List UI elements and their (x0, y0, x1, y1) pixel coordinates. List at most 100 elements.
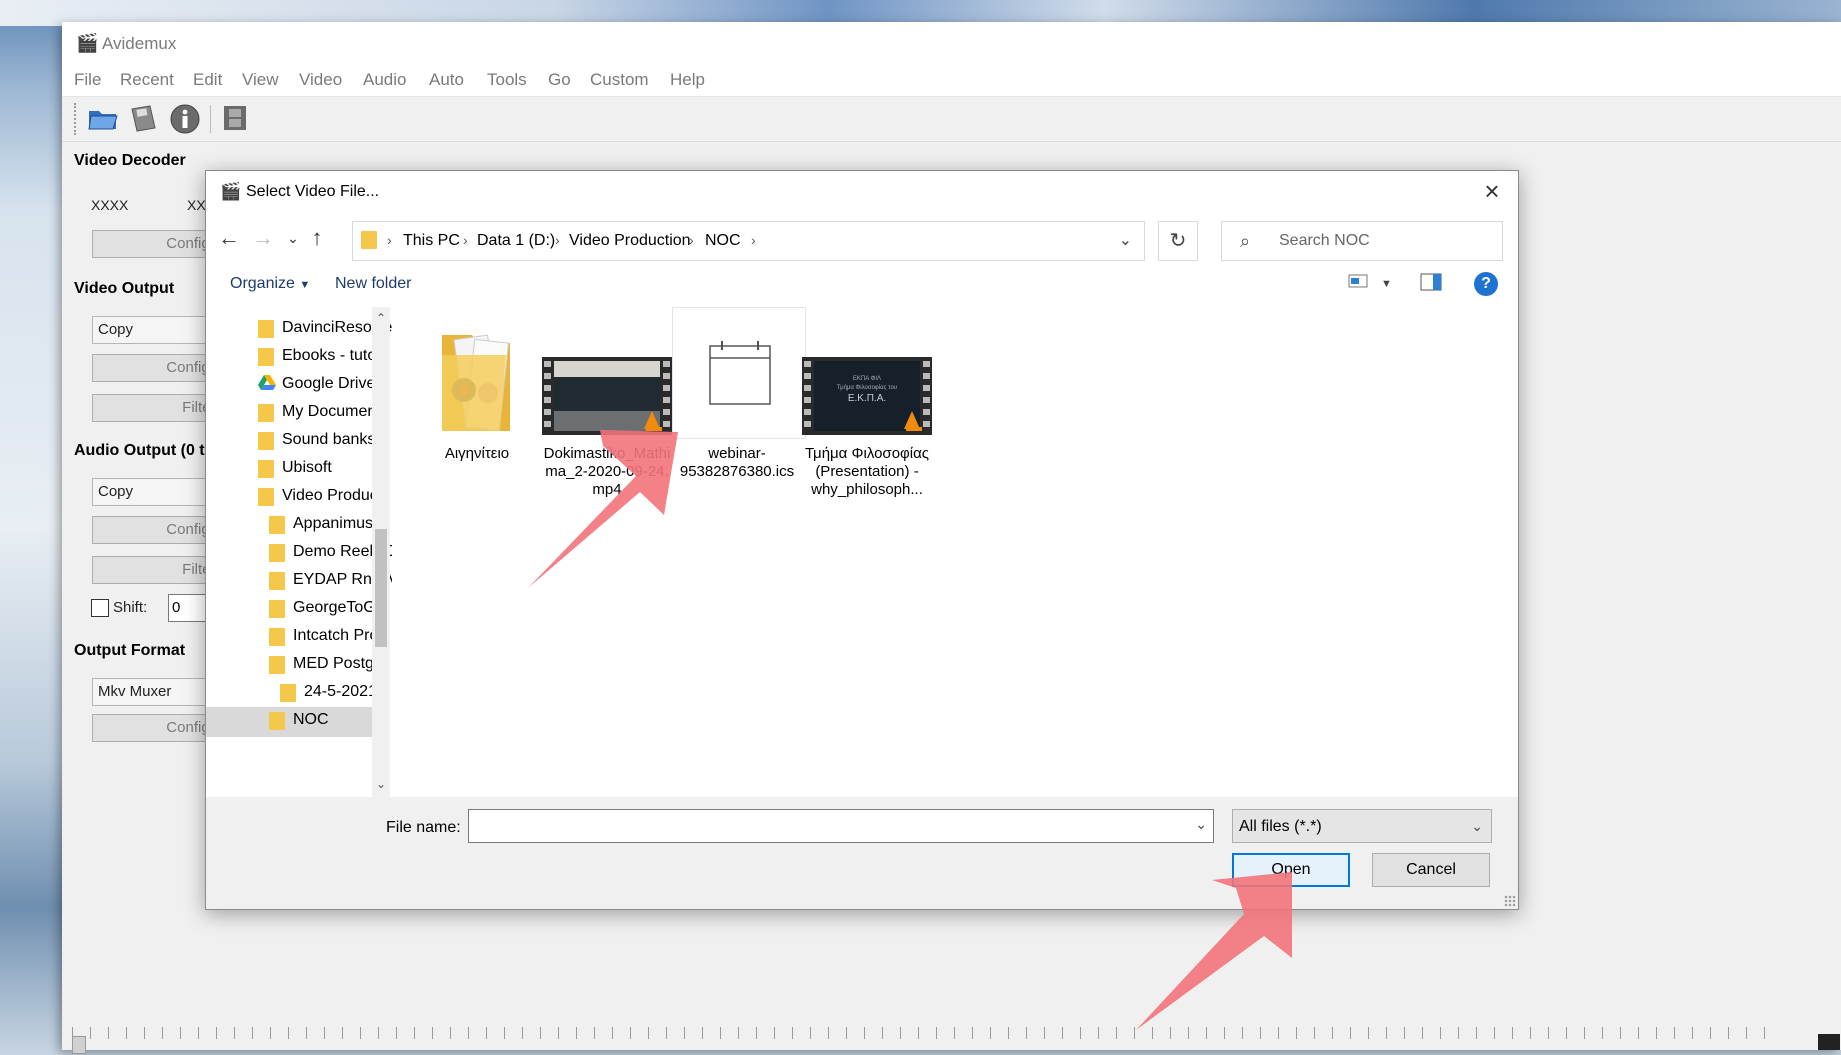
chevron-right-icon[interactable]: › (689, 232, 694, 248)
menu-go[interactable]: Go (548, 70, 571, 90)
chevron-right-icon[interactable]: › (463, 232, 468, 248)
breadcrumb-noc[interactable]: NOC (705, 232, 741, 250)
thumb-text-3: Ε.Κ.Π.Α. (848, 393, 886, 404)
cancel-button[interactable]: Cancel (1372, 853, 1490, 887)
output-format-label: Output Format (74, 642, 186, 659)
search-icon: ⌕ (1240, 231, 1251, 251)
refresh-icon[interactable]: ↻ (1158, 221, 1198, 261)
toolbar-grip[interactable] (74, 103, 80, 135)
tree-item-my-documents[interactable]: My Documents (258, 399, 389, 429)
timeline-end-marker (1818, 1034, 1840, 1050)
folder-icon (280, 684, 296, 702)
tree-item-google-drive[interactable]: Google Drive (258, 371, 388, 401)
tree-item-video-production[interactable]: Video Producti (258, 483, 388, 513)
search-box[interactable]: ⌕ Search NOC (1221, 221, 1503, 261)
scroll-down-icon[interactable]: ⌄ (374, 777, 388, 791)
folder-icon (258, 432, 274, 450)
video-decoder-label: Video Decoder (74, 152, 186, 169)
open-folder-icon[interactable] (86, 103, 120, 135)
folder-icon (361, 231, 377, 249)
close-icon[interactable]: × (1476, 175, 1508, 207)
new-folder-button[interactable]: New folder (335, 275, 411, 293)
tree-item-davinciresolve[interactable]: DavinciResolve (258, 315, 392, 345)
caret-down-icon: ▼ (299, 279, 311, 291)
tree-scrollbar[interactable]: ⌃ ⌄ (372, 307, 390, 797)
info-icon[interactable] (168, 103, 202, 135)
thumb-text-1: ΕΚΠΑ ΦΙΛ (853, 376, 881, 382)
calendar-file-icon (672, 307, 806, 439)
forward-arrow-icon[interactable]: → (250, 225, 276, 251)
folder-thumbnail-icon (412, 315, 542, 435)
search-input[interactable]: Search NOC (1279, 232, 1370, 250)
file-list: Αιγηνίτειο Dokimastiko_Mathima_2-2020-09… (392, 307, 1518, 797)
address-bar[interactable]: › This PC › Data 1 (D:) › Video Producti… (352, 221, 1145, 261)
shift-input[interactable]: 0 (168, 594, 208, 622)
file-type-select[interactable]: All files (*.*) ⌄ (1232, 809, 1492, 843)
breadcrumb-this-pc[interactable]: This PC (403, 232, 460, 250)
open-button[interactable]: Open (1232, 853, 1350, 887)
resize-grip[interactable] (1504, 895, 1516, 907)
tree-item-demo-reel[interactable]: Demo Reel 20 (269, 539, 395, 569)
tree-item-ebooks[interactable]: Ebooks - tutori (258, 343, 388, 373)
menu-file[interactable]: File (74, 70, 101, 90)
tree-item-appanimus[interactable]: Appanimus D (269, 511, 389, 541)
file-type-value: All files (*.*) (1239, 818, 1322, 835)
organize-button[interactable]: Organize ▼ (230, 275, 310, 293)
chevron-down-icon[interactable]: ⌄ (1119, 230, 1132, 250)
command-bar: Organize ▼ New folder ▼ ? (206, 263, 1518, 307)
chevron-right-icon: › (387, 232, 392, 248)
up-arrow-icon[interactable]: ↑ (304, 225, 330, 251)
file-name-label: File name: (386, 819, 461, 836)
menu-audio[interactable]: Audio (363, 70, 406, 90)
film-icon[interactable] (218, 103, 252, 135)
scrollbar-thumb[interactable] (375, 529, 387, 647)
file-name-input[interactable]: ⌄ (468, 809, 1214, 843)
decoder-value: XXXX (91, 197, 129, 213)
tree-item-intcatch[interactable]: Intcatch Pron (269, 623, 388, 653)
folder-icon (269, 544, 285, 562)
folder-icon (258, 460, 274, 478)
clapperboard-icon: 🎬 (76, 33, 99, 53)
folder-icon (269, 516, 285, 534)
menu-edit[interactable]: Edit (193, 70, 222, 90)
menu-auto[interactable]: Auto (429, 70, 464, 90)
tree-item-med-postgrad[interactable]: MED Postgra (269, 651, 388, 681)
view-options-icon[interactable] (1348, 273, 1370, 294)
back-arrow-icon[interactable]: ← (216, 225, 242, 251)
dialog-bottom-bar: File name: ⌄ All files (*.*) ⌄ Open Canc… (206, 797, 1518, 909)
menu-help[interactable]: Help (670, 70, 705, 90)
menu-tools[interactable]: Tools (487, 70, 527, 90)
thumb-text-2: Τμήμα Φιλοσοφίας του (837, 384, 897, 391)
chevron-down-icon: ⌄ (1471, 818, 1483, 834)
folder-icon (258, 320, 274, 338)
tree-item-georgetogo[interactable]: GeorgeToGo (269, 595, 388, 625)
menu-video[interactable]: Video (299, 70, 342, 90)
toolbar-separator (210, 105, 211, 133)
help-icon[interactable]: ? (1474, 272, 1498, 296)
recent-locations-chevron-icon[interactable]: ⌄ (280, 230, 306, 247)
breadcrumb-video-production[interactable]: Video Production (569, 232, 691, 250)
video-thumbnail-icon: ΕΚΠΑ ΦΙΛ Τμήμα Φιλοσοφίας του Ε.Κ.Π.Α. (802, 315, 932, 435)
caret-down-icon[interactable]: ▼ (1381, 278, 1392, 290)
folder-icon (258, 348, 274, 366)
tree-item-eydap[interactable]: EYDAP RnD V (269, 567, 399, 597)
folder-icon (269, 656, 285, 674)
shift-checkbox[interactable] (91, 599, 109, 617)
tree-item-noc[interactable]: NOC (206, 707, 372, 737)
tree-item-sound-banks[interactable]: Sound banks (258, 427, 388, 457)
chevron-right-icon[interactable]: › (751, 232, 756, 248)
preview-pane-icon[interactable] (1420, 273, 1442, 296)
tree-item-ubisoft[interactable]: Ubisoft (258, 455, 388, 485)
timeline-handle[interactable] (72, 1036, 86, 1054)
menu-recent[interactable]: Recent (120, 70, 174, 90)
folder-icon (269, 712, 285, 730)
menu-custom[interactable]: Custom (590, 70, 649, 90)
chevron-right-icon[interactable]: › (555, 232, 560, 248)
timeline-ruler[interactable] (72, 1027, 1782, 1039)
menu-view[interactable]: View (242, 70, 279, 90)
scroll-up-icon[interactable]: ⌃ (374, 311, 388, 325)
toolbar (62, 97, 1841, 142)
chevron-down-icon[interactable]: ⌄ (1195, 816, 1207, 833)
breadcrumb-data-drive[interactable]: Data 1 (D:) (477, 232, 555, 250)
save-icon[interactable] (126, 103, 160, 135)
